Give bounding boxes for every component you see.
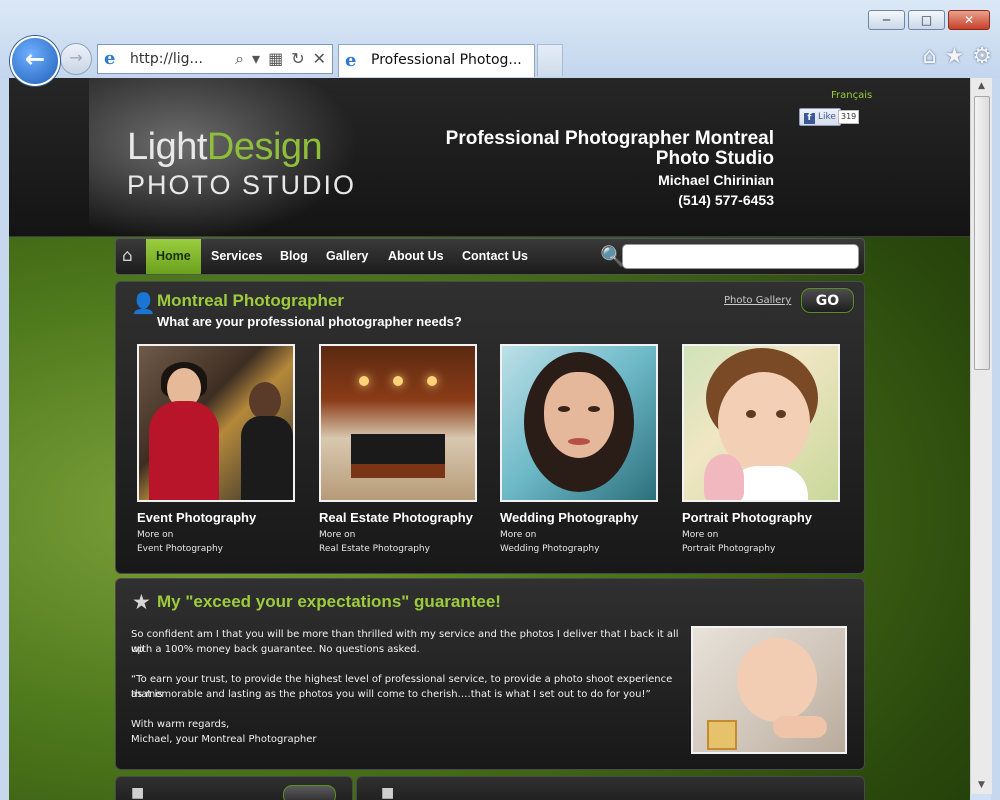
maximize-icon: □ bbox=[920, 13, 933, 27]
guarantee-panel: ★ My "exceed your expectations" guarante… bbox=[115, 578, 865, 770]
logo-design: Design bbox=[206, 126, 323, 168]
nav-blog[interactable]: Blog bbox=[270, 239, 318, 274]
window-frame-left bbox=[0, 78, 9, 800]
tab-title: Professional Photog... bbox=[371, 52, 522, 68]
header-title-line2: Photo Studio bbox=[655, 148, 774, 169]
page-viewport: LightDesign PHOTO STUDIO Français f Like … bbox=[9, 78, 970, 800]
card-real-estate[interactable]: Real Estate Photography More on Real Est… bbox=[319, 344, 477, 556]
nav-contact-us[interactable]: Contact Us bbox=[452, 239, 538, 274]
guarantee-sign-line2: Michael, your Montreal Photographer bbox=[131, 734, 317, 745]
card-more-line1[interactable]: More on bbox=[682, 528, 840, 542]
panel-icon: ■ bbox=[131, 785, 145, 800]
photo-gallery-link[interactable]: Photo Gallery bbox=[724, 295, 791, 306]
card-title[interactable]: Real Estate Photography bbox=[319, 510, 477, 525]
logo-subtitle: PHOTO STUDIO bbox=[127, 170, 357, 200]
home-icon[interactable]: ⌂ bbox=[923, 44, 937, 70]
header-title-line1: Professional Photographer Montreal bbox=[445, 128, 774, 149]
minimize-button[interactable]: ─ bbox=[868, 10, 905, 30]
tools-icon[interactable]: ⚙ bbox=[972, 44, 992, 70]
event-photo[interactable] bbox=[137, 344, 295, 502]
vertical-scrollbar[interactable]: ▲ ▼ bbox=[970, 78, 992, 794]
minimize-icon: ─ bbox=[882, 13, 891, 27]
card-wedding[interactable]: Wedding Photography More on Wedding Phot… bbox=[500, 344, 658, 556]
back-icon: ← bbox=[24, 45, 46, 73]
address-bar[interactable]: e http://lig... ⌕ ▾ ▦ ↻ ✕ bbox=[97, 44, 333, 74]
scroll-up-icon[interactable]: ▲ bbox=[971, 78, 992, 95]
tab-active[interactable]: e Professional Photog... bbox=[338, 44, 535, 77]
portrait-photo[interactable] bbox=[682, 344, 840, 502]
nav-about-us[interactable]: About Us bbox=[378, 239, 454, 274]
site-header: LightDesign PHOTO STUDIO Français f Like … bbox=[9, 78, 970, 258]
search-icon[interactable]: ⌕ bbox=[235, 49, 244, 69]
bottom-panel-left: ■ bbox=[115, 776, 353, 800]
stop-icon[interactable]: ✕ bbox=[313, 49, 326, 69]
guarantee-title: My "exceed your expectations" guarantee! bbox=[157, 592, 501, 611]
guarantee-sign-line1: With warm regards, bbox=[131, 719, 230, 730]
card-more-line1[interactable]: More on bbox=[137, 528, 295, 542]
wedding-photo[interactable] bbox=[500, 344, 658, 502]
scroll-down-icon[interactable]: ▼ bbox=[971, 777, 992, 794]
address-tools: ⌕ ▾ ▦ ↻ ✕ bbox=[235, 49, 326, 69]
card-more-line2[interactable]: Wedding Photography bbox=[500, 542, 658, 556]
photographer-panel: 👤 Montreal Photographer What are your pr… bbox=[115, 281, 865, 574]
card-more-line2[interactable]: Real Estate Photography bbox=[319, 542, 477, 556]
card-portrait[interactable]: Portrait Photography More on Portrait Ph… bbox=[682, 344, 840, 556]
window-frame-right bbox=[991, 78, 1000, 800]
card-event[interactable]: Event Photography More on Event Photogra… bbox=[137, 344, 295, 556]
person-icon: 👤 bbox=[131, 291, 156, 315]
dropdown-icon[interactable]: ▾ bbox=[252, 49, 260, 69]
scroll-thumb[interactable] bbox=[974, 96, 990, 370]
card-more-line2[interactable]: Event Photography bbox=[137, 542, 295, 556]
forward-button[interactable]: → bbox=[60, 43, 92, 75]
address-url[interactable]: http://lig... bbox=[130, 51, 203, 67]
maximize-button[interactable]: □ bbox=[908, 10, 945, 30]
card-more-line2[interactable]: Portrait Photography bbox=[682, 542, 840, 556]
baby-photo bbox=[691, 626, 847, 754]
logo[interactable]: LightDesign bbox=[127, 126, 323, 169]
card-title[interactable]: Wedding Photography bbox=[500, 510, 658, 525]
close-window-button[interactable]: ✕ bbox=[948, 10, 990, 30]
section-subtitle: What are your professional photographer … bbox=[157, 314, 462, 329]
header-name: Michael Chirinian bbox=[658, 172, 774, 188]
ie-logo-icon: e bbox=[345, 50, 357, 71]
section-title: Montreal Photographer bbox=[157, 291, 345, 310]
card-title[interactable]: Event Photography bbox=[137, 510, 295, 525]
header-phone: (514) 577-6453 bbox=[678, 192, 774, 208]
like-label: Like bbox=[818, 112, 836, 122]
site-search-input[interactable] bbox=[622, 244, 859, 269]
card-more-line1[interactable]: More on bbox=[500, 528, 658, 542]
like-count: 319 bbox=[838, 110, 860, 124]
nav-home[interactable]: Home bbox=[146, 239, 201, 274]
card-more-line1[interactable]: More on bbox=[319, 528, 477, 542]
language-link[interactable]: Français bbox=[831, 90, 872, 101]
nav-gallery[interactable]: Gallery bbox=[316, 239, 378, 274]
facebook-icon: f bbox=[804, 113, 815, 124]
close-icon: ✕ bbox=[963, 13, 975, 27]
guarantee-para1-line2: with a 100% money back guarantee. No que… bbox=[131, 644, 420, 655]
ie-logo-icon: e bbox=[104, 48, 116, 69]
chrome-toolbar: ⌂ ★ ⚙ bbox=[923, 44, 992, 70]
guarantee-para2-line2: as memorable and lasting as the photos y… bbox=[131, 689, 651, 700]
main-nav: ⌂ Home Services Blog Gallery About Us Co… bbox=[115, 238, 865, 275]
go-button[interactable]: GO bbox=[801, 288, 854, 313]
bottom-panel-button[interactable] bbox=[283, 785, 336, 800]
window-controls: ─ □ ✕ bbox=[868, 10, 990, 30]
card-title[interactable]: Portrait Photography bbox=[682, 510, 840, 525]
home-icon[interactable]: ⌂ bbox=[122, 246, 133, 266]
panel-icon: ■ bbox=[381, 785, 395, 800]
bottom-panel-right: ■ bbox=[356, 776, 865, 800]
forward-icon: → bbox=[69, 48, 83, 67]
favorites-icon[interactable]: ★ bbox=[945, 44, 965, 70]
refresh-icon[interactable]: ↻ bbox=[291, 49, 304, 69]
back-button[interactable]: ← bbox=[10, 36, 60, 86]
logo-light: Light bbox=[127, 126, 207, 168]
facebook-like-button[interactable]: f Like bbox=[799, 108, 841, 126]
nav-services[interactable]: Services bbox=[201, 239, 272, 274]
real-estate-photo[interactable] bbox=[319, 344, 477, 502]
new-tab-button[interactable] bbox=[537, 44, 563, 76]
star-icon: ★ bbox=[132, 590, 151, 614]
compatibility-icon[interactable]: ▦ bbox=[268, 49, 283, 69]
